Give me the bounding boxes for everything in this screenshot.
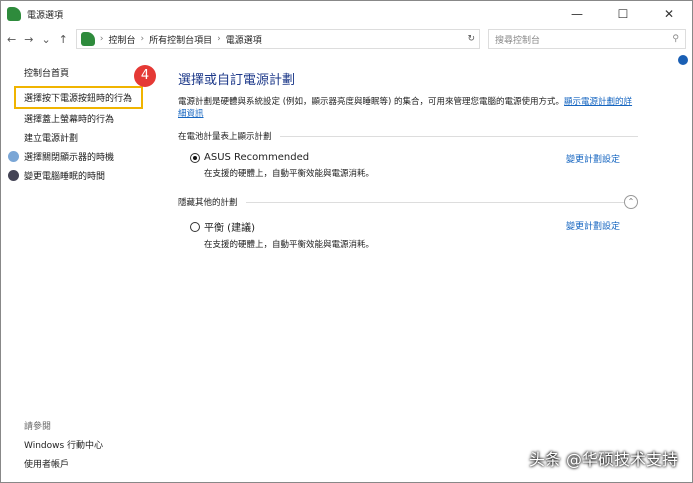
search-icon[interactable]: ⚲ — [672, 34, 679, 44]
page-description: 電源計劃是硬體與系統設定 (例如，顯示器亮度與睡眠等) 的集合，可用來管理您電腦… — [178, 97, 633, 119]
link-user-accounts[interactable]: 使用者帳戶 — [24, 457, 103, 476]
title-bar: 電源選項 — ☐ ✕ — [1, 1, 692, 27]
sidebar-item-sleep[interactable]: 變更電腦睡眠的時間 — [1, 166, 166, 185]
sidebar-item-lid-close[interactable]: 選擇蓋上螢幕時的行為 — [1, 109, 166, 128]
forward-button[interactable]: → — [24, 33, 33, 46]
sidebar-item-display-off[interactable]: 選擇關閉顯示器的時機 — [1, 147, 166, 166]
monitor-icon — [8, 151, 19, 162]
see-also-heading: 請參閱 — [24, 422, 52, 432]
sidebar-item-create-plan[interactable]: 建立電源計劃 — [1, 128, 166, 147]
breadcrumb-all-items[interactable]: 所有控制台項目 — [149, 33, 212, 46]
search-placeholder: 搜尋控制台 — [495, 35, 541, 46]
close-button[interactable]: ✕ — [646, 7, 692, 21]
see-also: 請參閱 Windows 行動中心 使用者帳戶 — [24, 419, 103, 476]
sidebar-item-power-button[interactable]: 選擇按下電源按鈕時的行為 — [14, 86, 143, 109]
group-battery-meter: 在電池計量表上顯示計劃 — [178, 130, 638, 142]
up-button[interactable]: ↑ — [59, 33, 68, 46]
breadcrumb-control-panel[interactable]: 控制台 — [108, 33, 135, 46]
breadcrumb-power-options[interactable]: 電源選項 — [226, 33, 262, 46]
address-bar[interactable]: › 控制台 › 所有控制台項目 › 電源選項 ↻ — [75, 29, 480, 49]
group-hidden-plans: 隱藏其他的計劃 ⌃ — [178, 195, 638, 209]
page-title: 選擇或自訂電源計劃 — [178, 73, 296, 88]
plan-radio-asus[interactable] — [190, 152, 200, 163]
back-button[interactable]: ← — [7, 33, 16, 46]
plan-asus-recommended: ASUS Recommended 在支援的硬體上，自動平衡效能與電源消耗。 變更… — [178, 152, 638, 179]
change-plan-settings-link[interactable]: 變更計劃設定 — [566, 219, 620, 232]
control-panel-icon — [80, 32, 95, 46]
step-badge: 4 — [134, 65, 156, 87]
plan-radio-balanced[interactable] — [190, 221, 200, 232]
minimize-button[interactable]: — — [554, 7, 600, 21]
window-title: 電源選項 — [27, 10, 64, 21]
maximize-button[interactable]: ☐ — [600, 7, 646, 21]
watermark: 头条 @华硕技术支持 — [528, 450, 678, 469]
main-content: 選擇或自訂電源計劃 電源計劃是硬體與系統設定 (例如，顯示器亮度與睡眠等) 的集… — [178, 69, 638, 250]
refresh-button[interactable]: ↻ — [467, 34, 475, 44]
plan-balanced: 平衡 (建議) 在支援的硬體上，自動平衡效能與電源消耗。 變更計劃設定 — [178, 219, 638, 250]
recent-locations-button[interactable]: ⌄ — [41, 33, 50, 46]
power-options-window: 電源選項 — ☐ ✕ ← → ⌄ ↑ › 控制台 › 所有控制台項目 › 電源選… — [0, 0, 693, 483]
navigation-bar: ← → ⌄ ↑ › 控制台 › 所有控制台項目 › 電源選項 ↻ 搜尋控制台 ⚲ — [1, 27, 692, 51]
help-icon[interactable] — [678, 55, 688, 65]
link-action-center[interactable]: Windows 行動中心 — [24, 438, 103, 457]
power-options-icon — [7, 7, 21, 21]
search-input[interactable]: 搜尋控制台 ⚲ — [488, 29, 686, 49]
chevron-up-icon[interactable]: ⌃ — [624, 195, 638, 209]
change-plan-settings-link[interactable]: 變更計劃設定 — [566, 152, 620, 165]
moon-icon — [8, 170, 19, 181]
